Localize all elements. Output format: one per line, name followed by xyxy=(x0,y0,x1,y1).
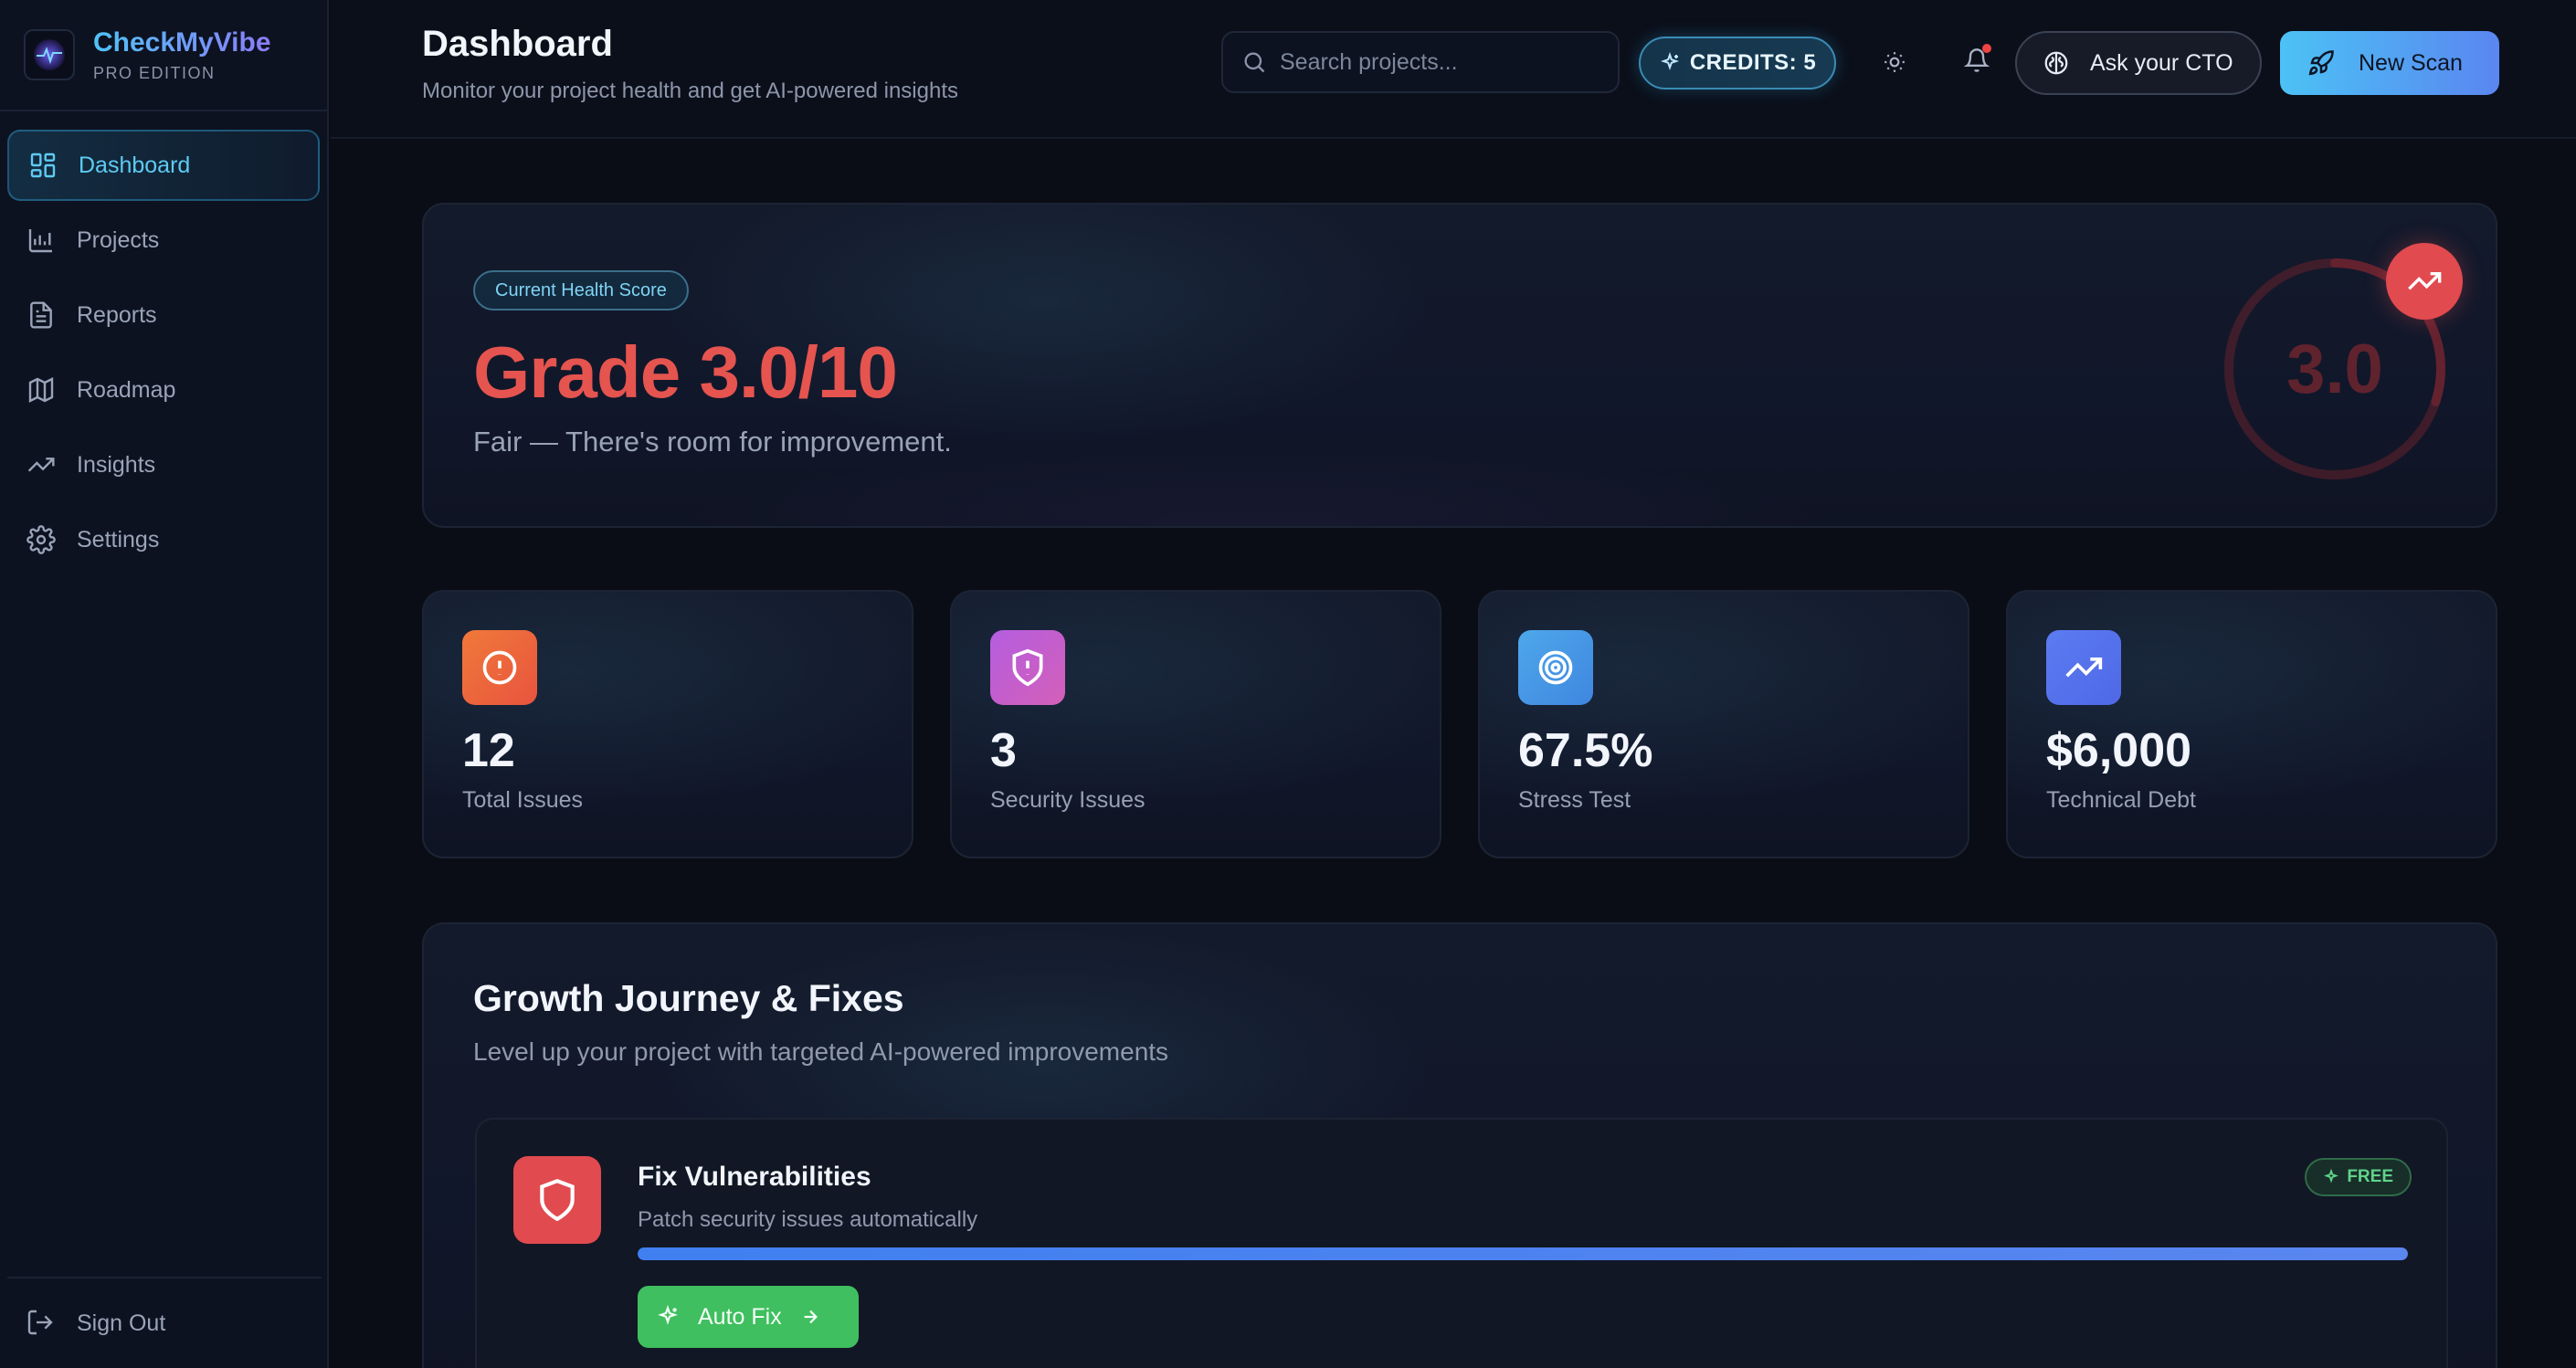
sidebar-item-label: Dashboard xyxy=(79,152,191,178)
health-description: Fair — There's room for improvement. xyxy=(473,426,952,458)
growth-subtitle: Level up your project with targeted AI-p… xyxy=(473,1037,1169,1066)
fix-progress-fill xyxy=(638,1247,2408,1260)
free-badge: FREE xyxy=(2305,1158,2412,1196)
sidebar-item-label: Settings xyxy=(77,526,160,552)
brand[interactable]: CheckMyVibe PRO EDITION xyxy=(0,0,327,111)
arrow-right-icon xyxy=(800,1307,820,1327)
new-scan-button[interactable]: New Scan xyxy=(2280,31,2499,95)
target-icon xyxy=(1536,647,1576,688)
stat-label: Stress Test xyxy=(1518,787,1631,813)
sidebar-item-roadmap[interactable]: Roadmap xyxy=(7,354,320,426)
sparkles-icon xyxy=(2323,1169,2339,1185)
stat-card-security-issues[interactable]: 3 Security Issues xyxy=(950,590,1441,858)
stat-value: $6,000 xyxy=(2046,724,2192,777)
trend-badge xyxy=(2386,243,2463,320)
rocket-icon xyxy=(2307,49,2335,77)
brand-logo xyxy=(24,29,75,80)
notification-dot xyxy=(1982,44,1991,53)
fix-description: Patch security issues automatically xyxy=(638,1207,978,1232)
sidebar-item-dashboard[interactable]: Dashboard xyxy=(7,130,320,201)
sparkles-icon xyxy=(1659,52,1681,74)
search-box xyxy=(1221,31,1620,93)
notifications-button[interactable] xyxy=(1958,42,1995,79)
sidebar: CheckMyVibe PRO EDITION Dashboard Projec… xyxy=(0,0,329,1368)
stat-value: 12 xyxy=(462,724,515,777)
alert-circle-icon xyxy=(480,647,520,688)
health-score-card: Current Health Score Grade 3.0/10 Fair —… xyxy=(422,203,2497,528)
sparkles-icon xyxy=(656,1305,680,1329)
brain-icon xyxy=(2043,49,2070,77)
trending-up-icon xyxy=(2406,263,2443,300)
log-out-icon xyxy=(26,1308,57,1339)
stat-icon-box xyxy=(462,630,537,705)
health-grade: Grade 3.0/10 xyxy=(473,331,898,413)
dashboard-grid-icon xyxy=(27,150,58,181)
sidebar-item-label: Insights xyxy=(77,451,156,478)
brand-edition: PRO EDITION xyxy=(93,63,216,82)
sidebar-item-projects[interactable]: Projects xyxy=(7,205,320,276)
stat-icon-box xyxy=(990,630,1065,705)
credits-label: CREDITS: 5 xyxy=(1689,50,1817,75)
stat-label: Technical Debt xyxy=(2046,787,2196,813)
projects-chart-icon xyxy=(26,225,57,256)
stat-label: Security Issues xyxy=(990,787,1145,813)
fix-icon-box xyxy=(513,1156,601,1244)
document-icon xyxy=(26,300,57,331)
theme-toggle-button[interactable] xyxy=(1876,44,1913,80)
trending-up-icon xyxy=(2064,647,2104,688)
main-content: Current Health Score Grade 3.0/10 Fair —… xyxy=(331,141,2576,1368)
auto-fix-button[interactable]: Auto Fix xyxy=(638,1286,859,1348)
fix-title: Fix Vulnerabilities xyxy=(638,1162,871,1192)
sidebar-item-label: Reports xyxy=(77,301,157,328)
brand-text: CheckMyVibe PRO EDITION xyxy=(93,27,271,83)
growth-title: Growth Journey & Fixes xyxy=(473,977,904,1019)
growth-journey-card: Growth Journey & Fixes Level up your pro… xyxy=(422,922,2497,1368)
shield-alert-icon xyxy=(1008,647,1048,688)
page-subtitle: Monitor your project health and get AI-p… xyxy=(422,79,959,103)
sidebar-item-insights[interactable]: Insights xyxy=(7,429,320,500)
stat-card-technical-debt[interactable]: $6,000 Technical Debt xyxy=(2006,590,2497,858)
shield-icon xyxy=(534,1177,580,1223)
ask-cto-button[interactable]: Ask your CTO xyxy=(2015,31,2262,95)
sidebar-item-label: Roadmap xyxy=(77,376,176,403)
new-scan-label: New Scan xyxy=(2359,49,2463,76)
top-header: Dashboard Monitor your project health an… xyxy=(331,0,2576,139)
stat-value: 67.5% xyxy=(1518,724,1653,777)
gear-icon xyxy=(26,524,57,555)
sidebar-nav: Dashboard Projects Reports Roadmap Insig… xyxy=(0,111,327,575)
page-title: Dashboard xyxy=(422,24,613,64)
sidebar-item-settings[interactable]: Settings xyxy=(7,504,320,575)
stat-label: Total Issues xyxy=(462,787,584,813)
sign-out-button[interactable]: Sign Out xyxy=(7,1277,322,1368)
stat-card-total-issues[interactable]: 12 Total Issues xyxy=(422,590,913,858)
health-score-badge: Current Health Score xyxy=(473,270,689,310)
map-icon xyxy=(26,374,57,405)
search-icon xyxy=(1241,49,1267,75)
credits-badge[interactable]: CREDITS: 5 xyxy=(1639,37,1836,89)
auto-fix-label: Auto Fix xyxy=(698,1303,782,1330)
fix-progress-bar xyxy=(638,1247,2408,1260)
stat-icon-box xyxy=(2046,630,2121,705)
free-badge-label: FREE xyxy=(2347,1167,2393,1186)
sidebar-item-reports[interactable]: Reports xyxy=(7,279,320,351)
search-input[interactable] xyxy=(1280,48,1609,76)
sun-icon xyxy=(1883,50,1906,74)
sidebar-item-label: Projects xyxy=(77,226,160,253)
brand-name: CheckMyVibe xyxy=(93,26,271,58)
stat-card-stress-test[interactable]: 67.5% Stress Test xyxy=(1478,590,1969,858)
stat-icon-box xyxy=(1518,630,1593,705)
sign-out-label: Sign Out xyxy=(77,1310,166,1336)
fix-card-vulnerabilities: Fix Vulnerabilities Patch security issue… xyxy=(475,1118,2448,1368)
trending-up-icon xyxy=(26,449,57,480)
stat-value: 3 xyxy=(990,724,1017,777)
ask-cto-label: Ask your CTO xyxy=(2090,49,2233,76)
